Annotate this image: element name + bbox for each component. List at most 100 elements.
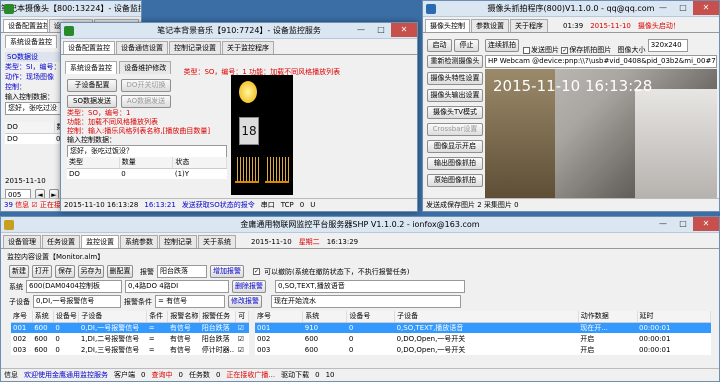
delete-alarm-button[interactable]: 删除报警 [232, 280, 266, 293]
cell: 600 [34, 334, 48, 343]
send-image-checkbox[interactable] [523, 46, 530, 54]
save-button[interactable]: 保存 [55, 265, 75, 278]
status-port: 串口 [260, 201, 275, 209]
table-row[interactable]: DO 0 (1)Y [67, 168, 227, 179]
table-row[interactable]: 002 600 0 0,DO,Open,一号开关 开启 00:00:01 [255, 333, 711, 344]
tab-device-config[interactable]: 设备配置监控 [3, 19, 48, 32]
minimize-icon[interactable]: — [653, 217, 673, 231]
tab-about[interactable]: 关于监控程序 [222, 41, 274, 54]
app-icon [64, 26, 74, 36]
close-icon[interactable]: ✕ [391, 23, 417, 37]
stop-button[interactable]: 停止 [454, 39, 479, 52]
cell: ☑ [237, 334, 245, 343]
status-bar: 信息 欢迎使用金鹰通用监控服务 客户端 0 查询中 0 任务数 0 正在接收广播… [1, 368, 719, 381]
tab-control-log[interactable]: 控制记录 [159, 235, 197, 248]
tab-device-manage[interactable]: 设备管理 [3, 235, 41, 248]
table-header: 序号 [11, 311, 33, 323]
ao-send-button[interactable]: AO数据发送 [121, 95, 171, 108]
camera-output-button[interactable]: 摄像头输出设置 [427, 89, 483, 102]
welcome-text: 欢迎使用金鹰通用监控服务 [24, 371, 108, 379]
cell: 2,DI,三号报警信号 [80, 345, 140, 354]
task-count: 0 [215, 371, 221, 379]
status-bar: 2015-11-10 16:13:28 16:13:21 发送获取SO状态的报令… [61, 198, 417, 211]
system-select[interactable]: 600(DAM0404控制板 [26, 280, 122, 293]
maximize-icon[interactable]: □ [371, 23, 391, 37]
condition-label: 报警条件 [124, 297, 152, 306]
save-as-button[interactable]: 另存为 [78, 265, 104, 278]
status-date: 2015-11-10 16:13:28 [64, 201, 139, 209]
cell: 0 [346, 322, 395, 333]
minimize-icon[interactable]: — [351, 23, 371, 37]
delete-config-button[interactable]: 删配置 [107, 265, 133, 278]
so-send-button[interactable]: SO数据发送 [67, 95, 117, 108]
disarm-checkbox[interactable]: ✓ [253, 268, 260, 275]
output-capture-button[interactable]: 输出图像抓拍 [427, 157, 483, 170]
cell: 阳台跌落 [201, 334, 230, 343]
tab-monitor-setting[interactable]: 监控设置 [81, 235, 119, 248]
table-row[interactable]: 003 600 0 2,DI,三号报警信号 = 有信号 停计时器.. ☑ [11, 344, 249, 355]
close-icon[interactable]: ✕ [693, 217, 719, 231]
add-alarm-button[interactable]: 增加报警 [210, 265, 244, 278]
table-row[interactable]: 002 600 0 1,DI,二号报警信号 = 有信号 阳台跌落 ☑ [11, 333, 249, 344]
edit-alarm-button[interactable]: 修改报警 [228, 295, 262, 308]
cell: DO [7, 134, 18, 143]
table-header: 数量 [119, 157, 174, 169]
tab-system-params[interactable]: 系统参数 [120, 235, 158, 248]
open-button[interactable]: 打开 [32, 265, 52, 278]
tab-camera-control[interactable]: 摄像头控制 [425, 19, 470, 32]
tab-about[interactable]: 关于程序 [510, 19, 548, 32]
subtab-system-monitor[interactable]: 系统设备监控 [5, 35, 57, 48]
status-tcp-value: 0 [299, 201, 305, 209]
maximize-icon[interactable]: □ [673, 217, 693, 231]
table-header: 设备号 [346, 311, 396, 323]
cell: 停计时器.. [201, 345, 235, 354]
cell: 600 [304, 334, 319, 343]
do-toggle-button[interactable]: DO开关切换 [121, 79, 171, 92]
start-button[interactable]: 启动 [427, 39, 452, 52]
exec-field[interactable]: 现在开始流水 [271, 295, 461, 308]
crossbar-button[interactable]: Crossbar设置 [427, 123, 483, 136]
camera-tv-button[interactable]: 摄像头TV模式 [427, 106, 483, 119]
tab-control-log[interactable]: 控制记录设置 [169, 41, 221, 54]
cell: 002 [257, 334, 271, 343]
continuous-capture-button[interactable]: 连续抓拍 [485, 39, 519, 52]
condition-select[interactable]: = 有信号 [155, 295, 225, 308]
alarm-select[interactable]: 阳台跌落 [157, 265, 207, 278]
alarm-label: 报警 [140, 267, 154, 276]
cell: 600 [32, 322, 54, 333]
new-button[interactable]: 新建 [9, 265, 29, 278]
tab-params[interactable]: 参数设置 [471, 19, 509, 32]
redetect-camera-button[interactable]: 重新检测摄像头 [427, 55, 483, 68]
device-select[interactable]: 0,4路DO 4路DI [125, 280, 229, 293]
table-row[interactable]: 001 910 0 0,SO,TEXT,播放语音 现在开... 00:00:01 [255, 322, 711, 333]
title-text: 金庸通用物联网监控平台服务器SHP V1.1.0.2 - ionfox@163.… [240, 220, 480, 229]
table-row[interactable]: 001 600 0 0,DI,一号报警信号 = 有信号 阳台跌落 ☑ [11, 322, 249, 333]
tab-task-setting[interactable]: 任务设置 [42, 235, 80, 248]
device-field[interactable]: HP Webcam @device:pnp:\\?\usb#vid_0408&p… [485, 55, 717, 68]
camera-props-button[interactable]: 摄像头特性设置 [427, 72, 483, 85]
table-header: 动作数据 [578, 311, 638, 323]
window-title: 笔记本背景音乐【910:7724】- 设备监控服务 — □ ✕ [61, 23, 417, 39]
save-image-checkbox[interactable]: ✓ [561, 46, 569, 54]
raw-capture-button[interactable]: 原始图像抓拍 [427, 174, 483, 187]
subdevice-config-button[interactable]: 子设备配置 [67, 79, 117, 92]
close-icon[interactable]: ✕ [693, 1, 719, 15]
image-size-select[interactable]: 320x240 [647, 39, 688, 52]
subtab-device-maint[interactable]: 设备维护修改 [119, 61, 172, 74]
control-line: 控制：输入:播乐风格列表名称,[播放曲目数量] [67, 127, 211, 135]
status-count: 39 [4, 201, 13, 209]
type-line: 类型：SO，编号：1 [67, 109, 131, 117]
subtab-system-monitor[interactable]: 系统设备监控 [65, 61, 117, 74]
minimize-icon[interactable]: — [653, 1, 673, 15]
cell: = [146, 322, 168, 333]
action-table: 序号 系统 设备号 子设备 动作数据 延时 001 910 0 0,SO,TEXT,播放语音 现在… [255, 311, 711, 355]
table-row[interactable]: 003 600 0 0,DO,Open,一号开关 开启 00:00:01 [255, 344, 711, 355]
maximize-icon[interactable]: □ [673, 1, 693, 15]
tab-about[interactable]: 关于系统 [198, 235, 236, 248]
subdevice-select[interactable]: 0,DI,一号报警信号 [33, 295, 121, 308]
action-select[interactable]: 0,SO,TEXT,播放语音 [275, 280, 465, 293]
client-count: 0 [141, 371, 146, 379]
tab-comm-setting[interactable]: 设备通信设置 [116, 41, 168, 54]
tab-device-config[interactable]: 设备配置监控 [63, 41, 115, 54]
display-image-button[interactable]: 图像显示开启 [427, 140, 483, 153]
